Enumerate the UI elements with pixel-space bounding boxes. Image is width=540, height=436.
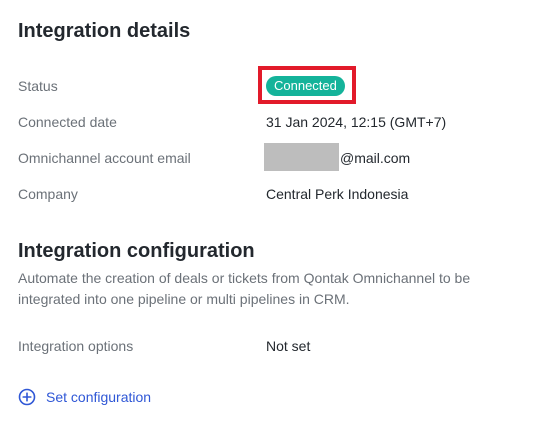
integration-options-label: Integration options [18,338,134,354]
set-configuration-label: Set configuration [46,389,152,405]
integration-details-title: Integration details [18,20,191,42]
connected-date-value: 31 Jan 2024, 12:15 (GMT+7) [266,114,447,130]
set-configuration-button[interactable]: Set configuration [18,388,151,406]
status-label: Status [18,78,58,94]
integration-configuration-title: Integration configuration [18,240,255,262]
plus-circle-icon [18,388,36,406]
company-value: Central Perk Indonesia [266,186,409,202]
status-badge: Connected [266,76,345,96]
email-label: Omnichannel account email [18,150,191,166]
company-label: Company [18,186,78,202]
configuration-description: Automate the creation of deals or ticket… [18,270,471,307]
integration-options-value: Not set [266,338,311,354]
email-redaction [264,143,339,171]
email-value: @mail.com [340,150,411,166]
connected-date-label: Connected date [18,114,117,130]
